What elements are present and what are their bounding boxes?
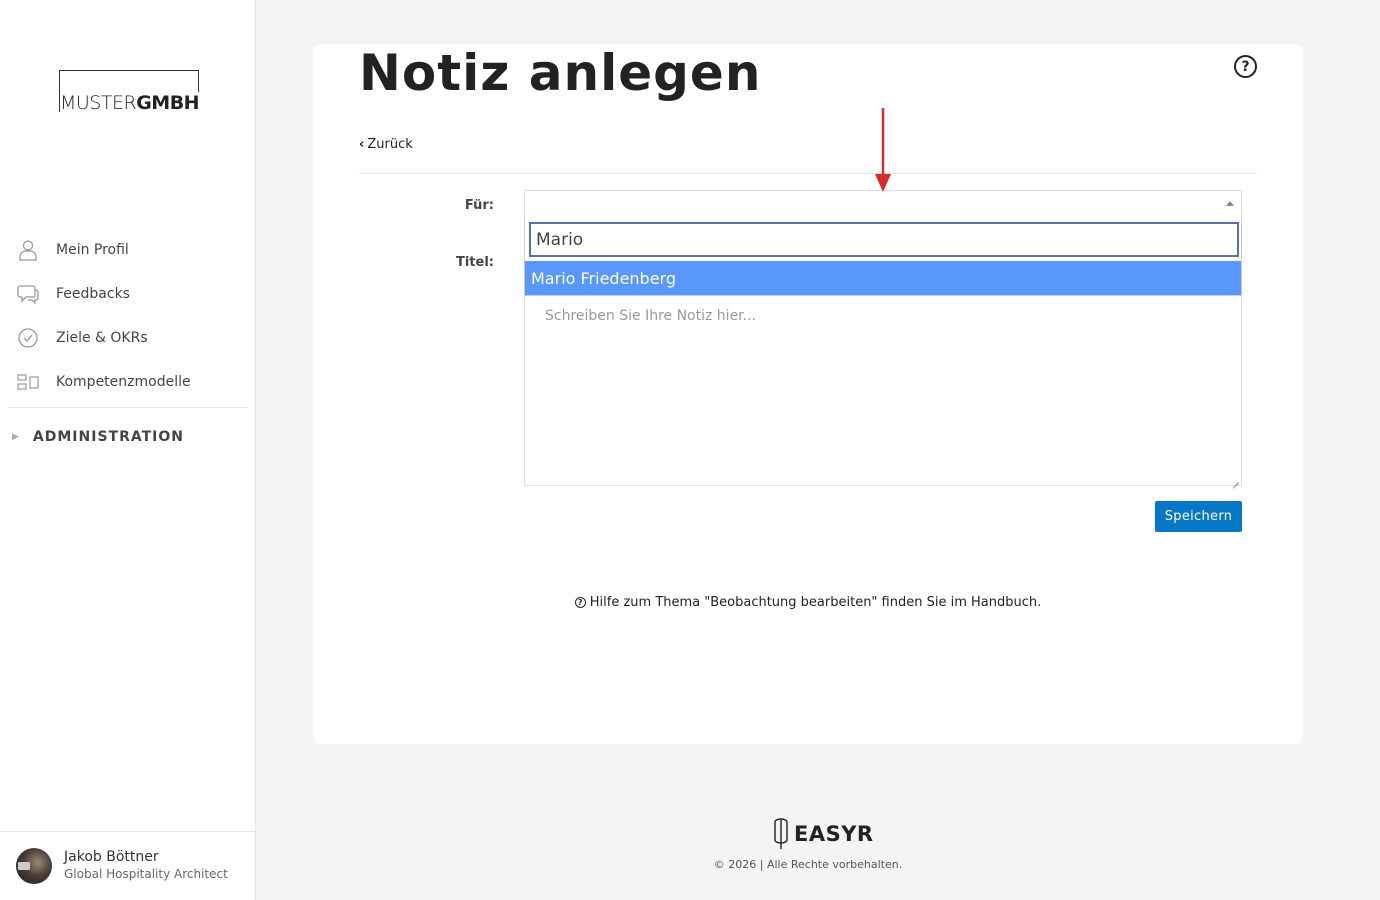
help-hint: ? Hilfe zum Thema "Beobachtung bearbeite… xyxy=(313,595,1303,610)
help-hint-text[interactable]: Hilfe zum Thema "Beobachtung bearbeiten"… xyxy=(590,595,1041,610)
sidebar-item-administration[interactable]: ▶ ADMINISTRATION xyxy=(0,408,256,466)
caret-up-icon xyxy=(1226,201,1234,206)
question-circle-icon[interactable]: ? xyxy=(1234,55,1257,78)
sidebar-item-kompetenzmodelle[interactable]: Kompetenzmodelle xyxy=(0,360,256,404)
recipient-search-input[interactable] xyxy=(529,222,1239,257)
footer-brand: EASYR xyxy=(794,822,874,846)
chat-icon xyxy=(17,283,39,305)
sidebar-item-mein-profil[interactable]: Mein Profil xyxy=(0,228,256,272)
recipient-dropdown: Mario Friedenberg xyxy=(524,218,1242,296)
sidebar-nav: Mein Profil Feedbacks Ziele & OKRs Kompe… xyxy=(0,228,256,466)
save-button[interactable]: Speichern xyxy=(1155,501,1242,532)
divider xyxy=(359,173,1257,174)
model-icon xyxy=(17,371,39,393)
sidebar: MUSTERGMBH Mein Profil Feedbacks Ziele &… xyxy=(0,0,256,900)
note-textarea[interactable]: Schreiben Sie Ihre Notiz hier... xyxy=(524,296,1242,486)
company-logo[interactable]: MUSTERGMBH xyxy=(59,70,204,114)
logo-text-bold: GMBH xyxy=(136,92,200,114)
titel-label: Titel: xyxy=(455,255,494,270)
footer-logo: EASYR xyxy=(772,818,874,850)
administration-label: ADMINISTRATION xyxy=(32,429,184,445)
easyr-logo-icon xyxy=(774,818,788,849)
logo-text-light: MUSTER xyxy=(60,92,137,114)
sidebar-item-label: Kompetenzmodelle xyxy=(56,374,191,390)
dropdown-option-highlighted[interactable]: Mario Friedenberg xyxy=(525,261,1241,295)
recipient-select[interactable] xyxy=(524,190,1242,218)
textarea-placeholder: Schreiben Sie Ihre Notiz hier... xyxy=(545,308,756,324)
check-circle-icon xyxy=(17,327,39,349)
fuer-label: Für: xyxy=(464,198,494,213)
page-title: Notiz anlegen xyxy=(359,44,762,102)
main-card: Notiz anlegen ? ‹ Zurück Für: Titel: Mar… xyxy=(313,44,1303,744)
chevron-left-icon: ‹ xyxy=(359,137,365,152)
sidebar-item-label: Ziele & OKRs xyxy=(56,330,148,346)
back-link[interactable]: ‹ Zurück xyxy=(359,137,413,152)
sidebar-item-ziele-okrs[interactable]: Ziele & OKRs xyxy=(0,316,256,360)
back-label: Zurück xyxy=(367,137,413,152)
sidebar-item-feedbacks[interactable]: Feedbacks xyxy=(0,272,256,316)
resize-handle-icon[interactable] xyxy=(1231,475,1239,483)
question-circle-icon: ? xyxy=(574,597,586,608)
annotation-arrow-icon xyxy=(875,108,891,192)
user-icon xyxy=(17,239,39,261)
caret-right-icon: ▶ xyxy=(12,432,19,442)
copyright-text: © 2026 | Alle Rechte vorbehalten. xyxy=(713,858,903,871)
sidebar-item-label: Feedbacks xyxy=(56,286,130,302)
sidebar-item-label: Mein Profil xyxy=(56,242,129,258)
